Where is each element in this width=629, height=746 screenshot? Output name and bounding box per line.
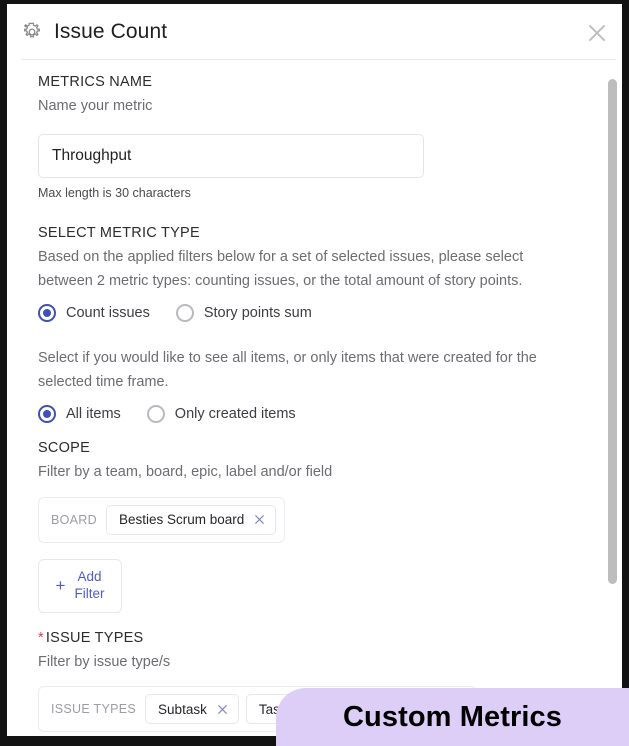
close-icon[interactable] <box>584 20 610 46</box>
radio-only-created-items[interactable]: Only created items <box>146 405 296 424</box>
required-marker: * <box>38 629 44 646</box>
radio-all-items[interactable]: All items <box>38 405 121 424</box>
time-scope-subtitle: Select if you would like to see all item… <box>38 350 537 390</box>
radio-count-issues[interactable]: Count issues <box>38 304 150 323</box>
time-scope-radio-group: All items Only created items <box>38 405 622 424</box>
radio-label: Only created items <box>174 406 296 423</box>
issue-type-chip-subtask: Subtask <box>145 694 239 725</box>
radio-story-points-sum[interactable]: Story points sum <box>175 304 312 323</box>
plus-icon: + <box>55 576 66 596</box>
chip-label: Subtask <box>158 701 207 717</box>
issue-types-filter-label: ISSUE TYPES <box>51 702 137 717</box>
window-frame-left <box>0 0 7 746</box>
dialog-scrollbar-thumb[interactable] <box>608 79 617 584</box>
issue-types-subtitle: Filter by issue type/s <box>38 653 171 670</box>
dialog-scrollbar-track[interactable] <box>608 66 617 724</box>
issue-types-title: ISSUE TYPES <box>45 629 144 646</box>
metrics-name-subtitle: Name your metric <box>38 98 153 114</box>
metric-type-radio-group: Count issues Story points sum <box>38 304 622 323</box>
custom-metrics-badge: Custom Metrics <box>276 688 629 746</box>
add-filter-line1: Add <box>77 569 102 585</box>
scope-heading: SCOPE <box>38 440 91 457</box>
add-filter-button[interactable]: + Add Filter <box>38 558 122 613</box>
dialog-header: Issue Count <box>7 4 622 59</box>
gear-icon <box>21 21 43 43</box>
chip-remove-icon[interactable] <box>216 703 229 716</box>
metric-type-subtitle: Based on the applied filters below for a… <box>38 249 524 289</box>
metric-type-heading: SELECT METRIC TYPE <box>38 225 200 242</box>
metric-name-hint: Max length is 30 characters <box>38 186 191 201</box>
dialog-body: METRICS NAME Name your metric Throughput… <box>7 60 622 736</box>
window-frame-right <box>622 0 629 746</box>
scope-filter-label: BOARD <box>51 512 97 527</box>
metrics-name-heading: METRICS NAME <box>38 74 153 90</box>
radio-label: All items <box>66 406 121 423</box>
radio-indicator <box>38 304 56 323</box>
issue-count-dialog: Issue Count METRICS NAME Name your metri… <box>7 4 622 736</box>
chip-label: Besties Scrum board <box>118 512 245 528</box>
scope-chip-board: Besties Scrum board <box>105 504 277 535</box>
add-filter-line2: Filter <box>74 585 105 601</box>
issue-types-heading: * ISSUE TYPES <box>38 630 622 646</box>
screenshot-root: Issue Count METRICS NAME Name your metri… <box>0 0 629 746</box>
radio-indicator <box>146 405 165 424</box>
radio-label: Count issues <box>66 305 150 322</box>
scope-filter-bar: BOARD Besties Scrum board <box>38 496 286 543</box>
chip-remove-icon[interactable] <box>253 513 266 526</box>
page-title: Issue Count <box>54 19 168 43</box>
add-filter-label: Add Filter <box>74 569 104 603</box>
scope-subtitle: Filter by a team, board, epic, label and… <box>38 464 333 481</box>
custom-metrics-badge-label: Custom Metrics <box>343 700 562 733</box>
radio-label: Story points sum <box>203 305 312 322</box>
metric-name-input[interactable]: Throughput <box>38 134 424 179</box>
radio-indicator <box>38 405 56 424</box>
radio-indicator <box>175 304 194 323</box>
